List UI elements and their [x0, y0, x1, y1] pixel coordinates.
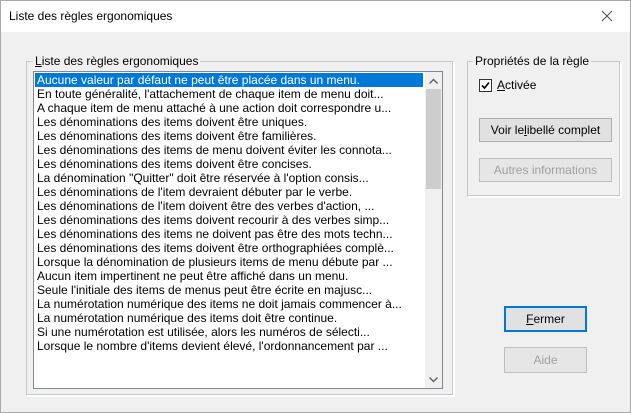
list-item[interactable]: La dénomination "Quitter" doit être rése…: [35, 171, 423, 185]
checkmark-icon: [481, 81, 490, 89]
list-item[interactable]: Lorsque le nombre d'items devient élevé,…: [35, 339, 423, 353]
dialog-window: Liste des règles ergonomiques Liste des …: [0, 0, 631, 413]
list-item[interactable]: Si une numérotation est utilisée, alors …: [35, 325, 423, 339]
window-title: Liste des règles ergonomiques: [9, 9, 173, 23]
list-item[interactable]: A chaque item de menu attaché à une acti…: [35, 101, 423, 115]
list-item[interactable]: Les dénominations des items doivent être…: [35, 241, 423, 255]
activee-checkbox[interactable]: [479, 78, 492, 92]
view-full-label-text-pre: Voir le: [490, 123, 525, 137]
close-dialog-button[interactable]: Fermer: [504, 306, 587, 332]
rules-list: Aucune valeur par défaut ne peut être pl…: [35, 73, 423, 353]
close-button[interactable]: [584, 1, 630, 31]
view-full-label-button[interactable]: Voir le l ibellé complet: [479, 118, 612, 142]
activee-label: Activée: [497, 78, 537, 92]
list-item[interactable]: Les dénominations des items doivent être…: [35, 115, 423, 129]
list-item[interactable]: Les dénominations des items ne doivent p…: [35, 227, 423, 241]
chevron-up-icon: [429, 78, 438, 84]
list-item[interactable]: La numérotation numérique des items doit…: [35, 311, 423, 325]
chevron-down-icon: [429, 376, 438, 382]
close-icon: [601, 10, 613, 22]
help-label: Aide: [533, 353, 558, 367]
list-item[interactable]: En toute généralité, l'attachement de ch…: [35, 87, 423, 101]
list-item[interactable]: Les dénominations des items doivent être…: [35, 157, 423, 171]
rules-listbox[interactable]: Aucune valeur par défaut ne peut être pl…: [33, 71, 443, 389]
scroll-thumb[interactable]: [426, 89, 441, 189]
scroll-down-button[interactable]: [425, 371, 442, 388]
activee-checkbox-row[interactable]: Activée: [479, 78, 536, 92]
close-dialog-accel: F: [526, 312, 534, 326]
view-full-label-text-post: ibellé complet: [526, 123, 601, 137]
title-bar[interactable]: Liste des règles ergonomiques: [1, 1, 630, 32]
list-item[interactable]: La numérotation numérique des items ne d…: [35, 297, 423, 311]
list-item[interactable]: Aucune valeur par défaut ne peut être pl…: [35, 73, 423, 87]
help-button[interactable]: Aide: [504, 347, 587, 373]
scroll-up-button[interactable]: [425, 72, 442, 89]
rules-group-label: Liste des règles ergonomiques: [33, 54, 201, 68]
list-item[interactable]: Les dénominations des items de menu doiv…: [35, 143, 423, 157]
list-item[interactable]: Lorsque la dénomination de plusieurs ite…: [35, 255, 423, 269]
list-item[interactable]: Les dénominations des items doivent être…: [35, 129, 423, 143]
list-item[interactable]: Seule l'initiale des items de menus peut…: [35, 283, 423, 297]
list-item[interactable]: Aucun item impertinent ne peut être affi…: [35, 269, 423, 283]
close-dialog-label: ermer: [533, 312, 565, 326]
properties-group-label: Propriétés de la règle: [473, 54, 592, 68]
list-item[interactable]: Les dénominations des items doivent reco…: [35, 213, 423, 227]
other-info-button[interactable]: Autres informations: [479, 158, 612, 182]
vertical-scrollbar[interactable]: [425, 72, 442, 388]
list-item[interactable]: Les dénominations de l'item doivent être…: [35, 199, 423, 213]
list-item[interactable]: Les dénominations de l'item devraient dé…: [35, 185, 423, 199]
other-info-label: Autres informations: [493, 163, 598, 177]
